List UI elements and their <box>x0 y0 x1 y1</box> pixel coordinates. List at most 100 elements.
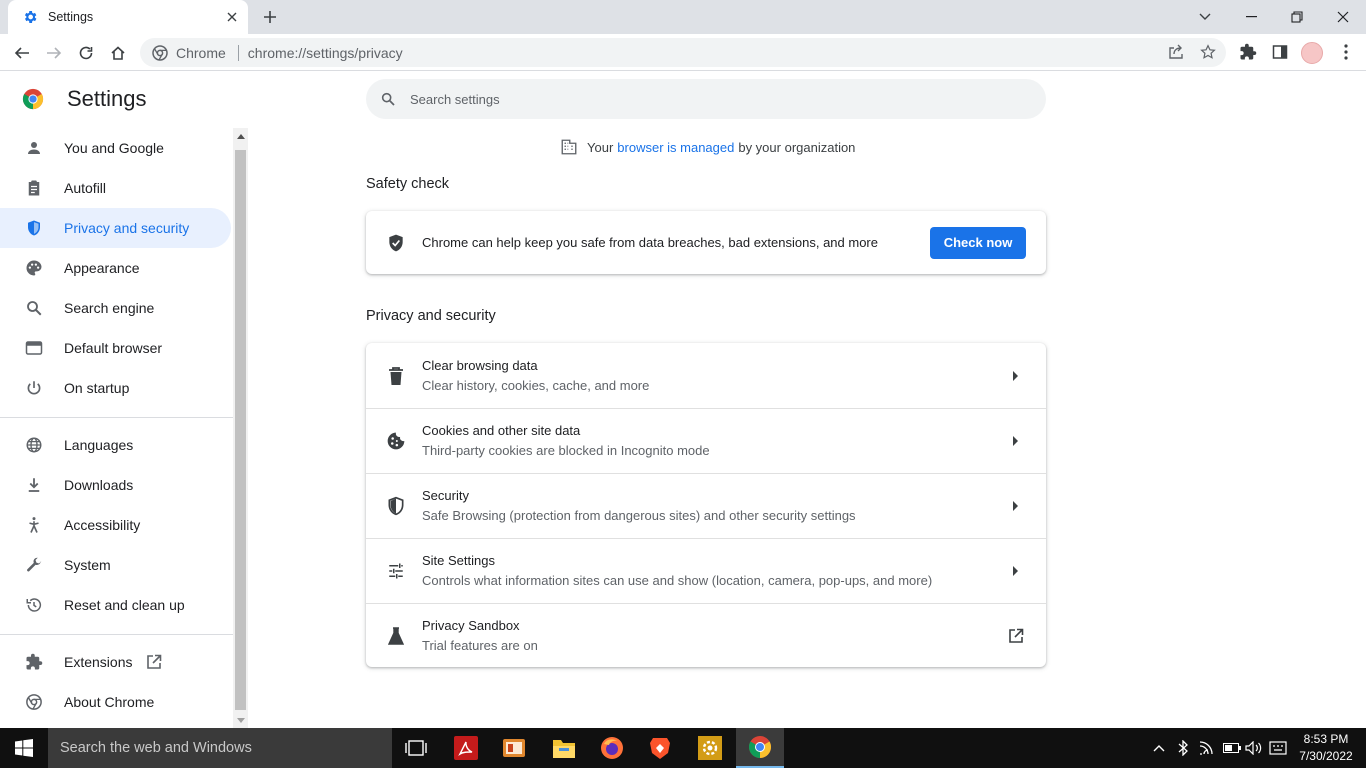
search-icon <box>24 298 44 318</box>
row-subtitle: Safe Browsing (protection from dangerous… <box>422 508 856 523</box>
sidebar-item-about-chrome[interactable]: About Chrome <box>0 682 231 722</box>
arrow-right-icon <box>1006 366 1026 386</box>
sidebar-item-label: Appearance <box>64 260 140 276</box>
tab-title: Settings <box>48 10 94 24</box>
settings-gear-icon <box>22 9 38 25</box>
browser-managed-link[interactable]: browser is managed <box>617 140 734 155</box>
tab-settings[interactable]: Settings <box>8 0 248 34</box>
browser-toolbar: Chrome chrome://settings/privacy <box>0 34 1366 71</box>
omnibox-separator <box>237 44 239 61</box>
profile-avatar[interactable] <box>1301 42 1323 64</box>
chrome-app-icon[interactable] <box>736 728 784 768</box>
person-icon <box>24 138 44 158</box>
sidebar-item-label: Accessibility <box>64 517 141 533</box>
sidebar-scrollbar[interactable] <box>233 128 248 728</box>
safety-check-heading: Safety check <box>366 176 450 192</box>
windows-start-button[interactable] <box>0 728 48 768</box>
safety-check-card: Chrome can help keep you safe from data … <box>366 211 1046 274</box>
scroll-down-arrow-icon[interactable] <box>233 713 248 728</box>
back-arrow-icon[interactable] <box>9 40 35 66</box>
shield-half-icon <box>386 496 406 516</box>
clear-browsing-data-row[interactable]: Clear browsing data Clear history, cooki… <box>366 343 1046 408</box>
sidebar-item-accessibility[interactable]: Accessibility <box>0 505 231 545</box>
scrollbar-thumb[interactable] <box>235 150 246 710</box>
sidebar-item-reset-and-clean-up[interactable]: Reset and clean up <box>0 585 231 625</box>
tab-close-icon[interactable] <box>224 9 240 25</box>
security-row[interactable]: Security Safe Browsing (protection from … <box>366 473 1046 538</box>
sidebar-item-label: Languages <box>64 437 134 453</box>
extensions-puzzle-icon[interactable] <box>1238 42 1258 62</box>
sidebar-item-on-startup[interactable]: On startup <box>0 368 231 408</box>
taskbar-search-box[interactable]: Search the web and Windows <box>48 728 392 768</box>
scroll-up-arrow-icon[interactable] <box>233 128 248 143</box>
side-panel-icon[interactable] <box>1270 42 1290 62</box>
clock-date: 7/30/2022 <box>1299 749 1353 763</box>
office-app-icon[interactable] <box>490 728 538 768</box>
restore-button[interactable] <box>1274 0 1320 34</box>
sidebar-item-label: System <box>64 557 111 573</box>
sidebar-item-label: On startup <box>64 380 130 396</box>
sidebar-item-label: Default browser <box>64 340 163 356</box>
firefox-app-icon[interactable] <box>588 728 636 768</box>
sidebar-item-extensions[interactable]: Extensions <box>0 642 231 682</box>
sidebar-item-autofill[interactable]: Autofill <box>0 168 231 208</box>
open-in-new-icon <box>146 654 162 670</box>
puzzle-icon <box>24 652 44 672</box>
managed-notice: Your browser is managed by your organiza… <box>560 138 855 156</box>
sidebar-item-label: Downloads <box>64 477 134 493</box>
bluetooth-icon[interactable] <box>1174 728 1192 768</box>
sidebar-item-privacy-and-security[interactable]: Privacy and security <box>0 208 231 248</box>
site-settings-row[interactable]: Site Settings Controls what information … <box>366 538 1046 603</box>
show-hidden-icons-chevron-icon[interactable] <box>1150 728 1168 768</box>
sidebar-item-system[interactable]: System <box>0 545 231 585</box>
sidebar-item-appearance[interactable]: Appearance <box>0 248 231 288</box>
share-icon[interactable] <box>1166 42 1186 62</box>
settings-brand: Settings <box>22 86 147 112</box>
acrobat-app-icon[interactable] <box>442 728 490 768</box>
volume-icon[interactable] <box>1244 728 1264 768</box>
reload-icon[interactable] <box>73 40 99 66</box>
windows-taskbar: Search the web and Windows 8:53 PM 7/30/… <box>0 728 1366 768</box>
system-clock[interactable]: 8:53 PM 7/30/2022 <box>1290 731 1362 765</box>
brave-app-icon[interactable] <box>636 728 684 768</box>
tab-search-chevron-icon[interactable] <box>1182 0 1228 34</box>
home-icon[interactable] <box>105 40 131 66</box>
palette-icon <box>24 258 44 278</box>
sidebar-item-label: Search engine <box>64 300 155 316</box>
row-subtitle: Controls what information sites can use … <box>422 573 933 588</box>
sidebar-item-label: Autofill <box>64 180 107 196</box>
more-menu-icon[interactable] <box>1336 42 1356 62</box>
new-tab-button[interactable] <box>260 7 280 27</box>
sidebar-item-downloads[interactable]: Downloads <box>0 465 231 505</box>
sidebar-item-search-engine[interactable]: Search engine <box>0 288 231 328</box>
task-view-icon[interactable] <box>392 728 440 768</box>
settings-search-box[interactable] <box>366 79 1046 119</box>
clipboard-icon <box>24 178 44 198</box>
chrome-icon <box>24 692 44 712</box>
cookies-site-data-row[interactable]: Cookies and other site data Third-party … <box>366 408 1046 473</box>
sidebar-item-label: Reset and clean up <box>64 597 185 613</box>
close-window-button[interactable] <box>1320 0 1366 34</box>
sidebar-item-label: Privacy and security <box>64 220 190 236</box>
search-settings-input[interactable] <box>410 91 1010 107</box>
address-bar[interactable]: Chrome chrome://settings/privacy <box>140 38 1226 67</box>
battery-icon[interactable] <box>1222 728 1242 768</box>
forward-arrow-icon[interactable] <box>41 40 67 66</box>
check-now-button[interactable]: Check now <box>930 226 1026 259</box>
settings-app-icon[interactable] <box>686 728 734 768</box>
tab-strip: Settings <box>0 0 1366 34</box>
arrow-right-icon <box>1006 496 1026 516</box>
keyboard-input-icon[interactable] <box>1268 728 1288 768</box>
managed-prefix: Your <box>587 139 614 155</box>
sidebar-item-languages[interactable]: Languages <box>0 425 231 465</box>
sidebar-item-default-browser[interactable]: Default browser <box>0 328 231 368</box>
minimize-button[interactable] <box>1228 0 1274 34</box>
privacy-sandbox-row[interactable]: Privacy Sandbox Trial features are on <box>366 603 1046 668</box>
flask-icon <box>386 626 406 646</box>
omnibox-url: chrome://settings/privacy <box>247 44 403 61</box>
sidebar-item-you-and-google[interactable]: You and Google <box>0 128 231 168</box>
open-in-new-icon[interactable] <box>1006 626 1026 646</box>
file-explorer-icon[interactable] <box>540 728 588 768</box>
bookmark-star-icon[interactable] <box>1198 42 1218 62</box>
network-wifi-icon[interactable] <box>1198 728 1218 768</box>
